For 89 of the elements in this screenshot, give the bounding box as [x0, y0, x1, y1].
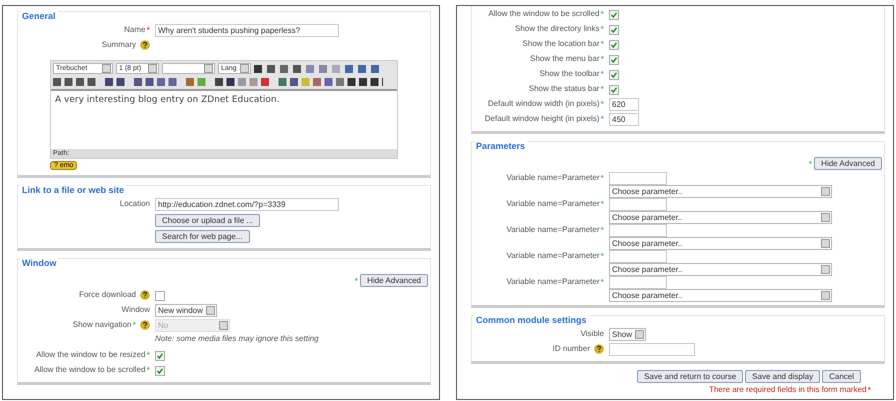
text-field[interactable]	[609, 343, 695, 356]
section-legend: General	[20, 11, 58, 21]
field-label: Show the location bar	[522, 38, 600, 50]
parameter-select[interactable]: Choose parameter..	[609, 289, 832, 302]
checkbox[interactable]	[609, 40, 619, 50]
asterisk-label: *	[600, 38, 604, 50]
asterisk-label: *	[600, 83, 604, 95]
variable-field[interactable]	[609, 224, 667, 237]
field-label: Allow the window to be resized	[36, 349, 146, 361]
number-field[interactable]: 450	[609, 113, 639, 126]
field-label: Variable name=Parameter	[506, 224, 600, 236]
form-button[interactable]: Save and display	[745, 370, 820, 383]
checkbox[interactable]	[609, 84, 619, 94]
editor-content: A very interesting blog entry on ZDnet Education.	[55, 95, 280, 105]
field-label: Show the status bar	[528, 83, 600, 95]
section-legend: Link to a file or web site	[20, 185, 126, 195]
help-icon[interactable]	[594, 344, 604, 354]
field-label: Show the directory links	[515, 23, 600, 35]
field-label: Show navigation	[72, 319, 132, 331]
form-button[interactable]: Save and return to course	[637, 370, 744, 383]
checkbox[interactable]	[609, 70, 619, 80]
asterisk-label: *	[600, 198, 604, 210]
variable-field[interactable]	[609, 276, 667, 289]
asterisk-label: *	[600, 23, 604, 35]
section-legend: Parameters	[474, 141, 528, 151]
field-label: Visible	[580, 328, 604, 340]
number-field[interactable]: 620	[609, 98, 639, 111]
asterisk-label: *	[808, 158, 812, 168]
asterisk-label: *	[132, 319, 136, 331]
field-label: Show the toolbar	[539, 68, 600, 80]
help-icon[interactable]	[140, 40, 150, 50]
asterisk-label: *	[600, 172, 604, 184]
action-button[interactable]: Choose or upload a file ...	[155, 214, 260, 227]
asterisk-label: *	[867, 385, 871, 395]
asterisk-label: *	[600, 68, 604, 80]
text-field[interactable]: http://education.zdnet.com/?p=3339	[155, 198, 339, 211]
note-text: Note: some media files may ignore this setting	[155, 334, 319, 343]
field-label: Window	[122, 304, 150, 316]
checkbox[interactable]	[155, 366, 165, 376]
checkbox[interactable]	[609, 54, 619, 64]
asterisk-label: *	[600, 224, 604, 236]
field-label: Variable name=Parameter	[506, 198, 600, 210]
variable-field[interactable]	[609, 250, 667, 263]
text-field[interactable]: Why aren't students pushing paperless?	[155, 24, 339, 37]
checkbox[interactable]	[609, 24, 619, 34]
checkbox[interactable]	[155, 350, 165, 360]
form-button[interactable]: Cancel	[822, 370, 861, 383]
field-label: Variable name=Parameter	[506, 276, 600, 288]
field-label: Variable name=Parameter	[506, 250, 600, 262]
asterisk-label: *	[146, 364, 150, 376]
help-icon[interactable]	[140, 290, 150, 300]
field-label: Variable name=Parameter	[506, 172, 600, 184]
required-note: There are required fields in this form marked	[709, 385, 866, 395]
field-label: Allow the window to be scrolled	[34, 364, 146, 376]
asterisk-label: *	[600, 8, 604, 20]
field-label: Force download	[79, 289, 136, 301]
hide-advanced-button[interactable]: Hide Advanced	[814, 157, 882, 170]
dropdown-select[interactable]: New window	[155, 304, 217, 317]
field-label: ID number	[552, 343, 590, 355]
hide-advanced-button[interactable]: Hide Advanced	[360, 274, 428, 287]
asterisk-label: *	[146, 349, 150, 361]
parameter-select[interactable]: Choose parameter..	[609, 211, 832, 224]
dropdown-select[interactable]: Show	[609, 328, 646, 341]
field-label: Location	[120, 198, 150, 210]
variable-field[interactable]	[609, 172, 667, 185]
asterisk-label: *	[146, 24, 150, 36]
checkbox[interactable]	[609, 10, 619, 20]
section-legend: Common module settings	[474, 315, 589, 325]
variable-field[interactable]	[609, 198, 667, 211]
checkbox[interactable]	[155, 290, 165, 300]
asterisk-label: *	[600, 276, 604, 288]
toolbar-buttons-icon[interactable]	[53, 77, 383, 87]
field-label: Summary	[102, 39, 136, 51]
field-label: Allow the window to be scrolled	[488, 8, 600, 20]
format-select[interactable]	[162, 63, 215, 74]
field-label: Name	[124, 24, 146, 36]
parameter-select[interactable]: Choose parameter..	[609, 237, 832, 250]
asterisk-label: *	[600, 53, 604, 65]
field-label: Show the menu bar	[530, 53, 600, 65]
asterisk-label: *	[600, 250, 604, 262]
parameter-select[interactable]: Choose parameter..	[609, 263, 832, 276]
asterisk-label: *	[600, 113, 604, 125]
field-label: Default window height (in pixels)	[484, 113, 600, 125]
asterisk-label: *	[600, 98, 604, 110]
asterisk-label: *	[354, 276, 358, 286]
action-button[interactable]: Search for web page...	[155, 230, 250, 243]
section-legend: Window	[20, 258, 58, 268]
field-label: Default window width (in pixels)	[488, 98, 600, 110]
parameter-select[interactable]: Choose parameter..	[609, 185, 832, 198]
